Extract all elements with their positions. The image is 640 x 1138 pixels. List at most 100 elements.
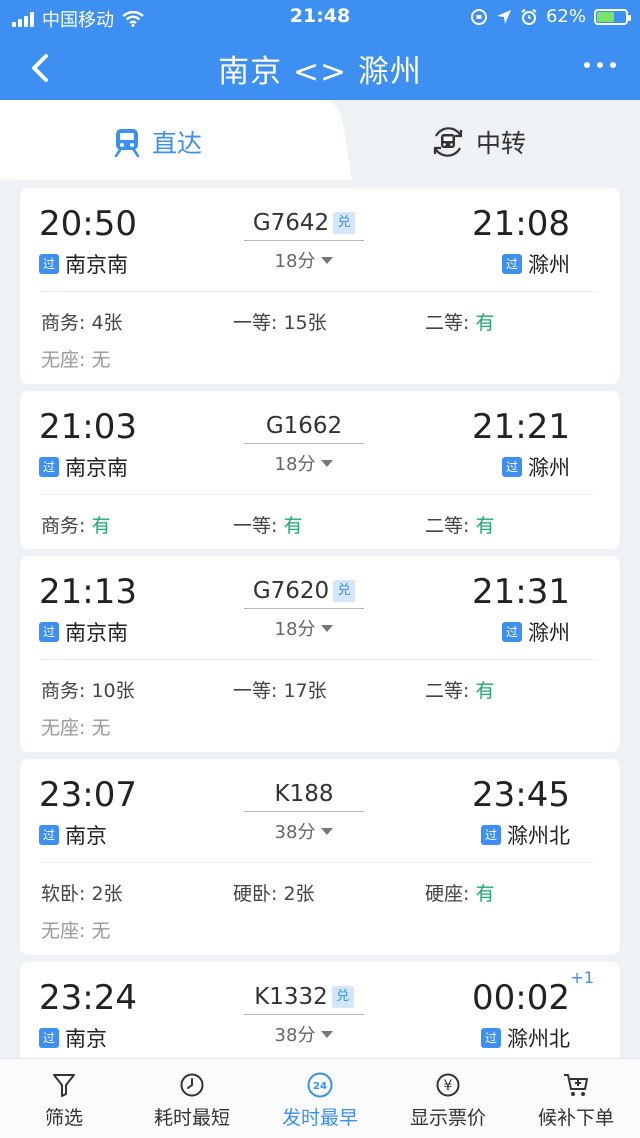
- seat-value: 有: [475, 515, 495, 537]
- seat-label: 二等:: [425, 312, 476, 334]
- transfer-train-icon: [433, 127, 463, 157]
- pass-badge: 过: [502, 622, 522, 642]
- more-button[interactable]: [580, 50, 620, 80]
- train-icon: [114, 129, 140, 157]
- arrival-station: 过 滁州: [502, 617, 570, 647]
- route-line: [244, 240, 364, 241]
- departure-time: 21:03: [39, 407, 137, 447]
- duration-toggle[interactable]: 38分: [275, 818, 334, 844]
- yen-text: ¥: [444, 1078, 453, 1094]
- seat-hard-seat: 硬座: 有: [425, 879, 494, 906]
- seat-first: 一等: 有: [233, 511, 302, 538]
- seat-value: 无: [91, 717, 111, 739]
- card-divider: [40, 862, 595, 863]
- arrival-station: 过 滁州北: [481, 1023, 570, 1053]
- train-info: K188 38分: [244, 781, 364, 844]
- caret-down-icon: [321, 459, 334, 467]
- arrival-station: 过 滁州: [502, 249, 570, 279]
- seat-value: 有: [283, 515, 303, 537]
- train-info: K1332 兑 38分: [244, 984, 364, 1047]
- seat-label: 商务:: [41, 515, 92, 537]
- duration-toggle[interactable]: 18分: [275, 615, 334, 641]
- shortest-duration-button[interactable]: 耗时最短: [128, 1071, 256, 1130]
- tab-transfer[interactable]: 中转: [430, 124, 526, 160]
- tab-direct[interactable]: 直达: [112, 124, 202, 160]
- departure-time: 20:50: [39, 204, 137, 244]
- train-card[interactable]: 21:03 过 南京南 G1662 18分 21:21 过 滁州 商务: 有 一…: [20, 391, 620, 549]
- arrival-station-name: 滁州北: [507, 824, 570, 848]
- battery-icon: [594, 8, 631, 25]
- seat-value: 10张: [91, 680, 135, 702]
- next-day-indicator: +1: [570, 968, 594, 987]
- departure-station-name: 南京南: [65, 456, 128, 480]
- train-number: K188: [275, 781, 334, 807]
- seat-business: 商务: 有: [41, 511, 110, 538]
- location-icon: [496, 9, 511, 24]
- departure-time: 23:24: [39, 978, 137, 1018]
- seat-first: 一等: 17张: [233, 676, 327, 703]
- train-info: G7642 兑 18分: [244, 210, 364, 273]
- caret-down-icon: [321, 256, 334, 264]
- waitlist-order-button[interactable]: 候补下单: [512, 1071, 640, 1130]
- pass-badge: 过: [481, 1028, 501, 1048]
- seat-hard-sleeper: 硬卧: 2张: [233, 879, 315, 906]
- duration-text: 38分: [274, 822, 316, 843]
- more-dot-icon: [610, 62, 616, 68]
- train-card[interactable]: 23:24 过 南京 K1332 兑 38分 +1 00:02 过 滁州北: [20, 962, 620, 1058]
- departure-station: 过 南京南: [39, 617, 128, 647]
- duration-text: 18分: [274, 251, 316, 272]
- train-number-text: G1662: [265, 413, 343, 439]
- pass-badge: 过: [502, 254, 522, 274]
- train-number-text: G7620: [252, 578, 330, 604]
- alarm-icon: [521, 8, 537, 25]
- caret-down-icon: [321, 827, 334, 835]
- seat-label: 一等:: [233, 515, 284, 537]
- train-card[interactable]: 20:50 过 南京南 G7642 兑 18分 21:08 过 滁州 商务: 4…: [20, 188, 620, 384]
- pass-badge: 过: [502, 457, 522, 477]
- seat-label: 无座:: [41, 717, 92, 739]
- arrival-time: 21:08: [472, 204, 570, 244]
- pass-badge: 过: [481, 825, 501, 845]
- tab-transfer-label: 中转: [476, 129, 527, 158]
- train-number: G7642 兑: [253, 210, 356, 236]
- bottom-toolbar: 筛选 耗时最短 24 发时最早 ¥ 显示票价 候补下单: [0, 1058, 640, 1138]
- duration-toggle[interactable]: 18分: [275, 247, 334, 273]
- show-price-button[interactable]: ¥ 显示票价: [384, 1071, 512, 1130]
- duration-toggle[interactable]: 38分: [275, 1021, 334, 1047]
- route-line: [244, 1014, 364, 1015]
- seat-standing: 无座: 无: [41, 916, 110, 943]
- exchange-badge: 兑: [331, 986, 354, 1008]
- arrival-time: 23:45: [472, 775, 570, 815]
- clock-24-icon: 24: [307, 1072, 333, 1098]
- route-line: [244, 443, 364, 444]
- duration-text: 18分: [274, 619, 316, 640]
- train-info: G1662 18分: [244, 413, 364, 476]
- departure-time: 21:13: [39, 572, 137, 612]
- earliest-departure-label: 发时最早: [281, 1107, 358, 1129]
- train-card[interactable]: 21:13 过 南京南 G7620 兑 18分 21:31 过 滁州 商务: 1…: [20, 556, 620, 752]
- waitlist-order-label: 候补下单: [537, 1107, 614, 1129]
- earliest-departure-button[interactable]: 24 发时最早: [256, 1071, 384, 1130]
- seat-label: 商务:: [41, 680, 92, 702]
- seat-first: 一等: 15张: [233, 308, 327, 335]
- caret-down-icon: [321, 1030, 334, 1038]
- arrival-station: 过 滁州北: [481, 820, 570, 850]
- seat-value: 有: [475, 883, 495, 905]
- seat-label: 软卧:: [41, 883, 92, 905]
- status-bar: 中国移动 21:48 62%: [0, 0, 640, 34]
- seat-label: 一等:: [233, 312, 284, 334]
- clock-24-text: 24: [313, 1081, 327, 1092]
- train-card[interactable]: 23:07 过 南京 K188 38分 23:45 过 滁州北 软卧: 2张 硬…: [20, 759, 620, 955]
- duration-toggle[interactable]: 18分: [275, 450, 334, 476]
- seat-label: 二等:: [425, 680, 476, 702]
- card-divider: [40, 494, 595, 495]
- nav-bar: 南京 <> 滁州: [0, 36, 640, 96]
- seat-value: 有: [475, 312, 495, 334]
- departure-station-name: 南京: [65, 1027, 107, 1051]
- rotation-lock-icon: [470, 8, 487, 25]
- train-info: G7620 兑 18分: [244, 578, 364, 641]
- arrival-station-name: 滁州北: [507, 1027, 570, 1051]
- pass-badge: 过: [39, 457, 59, 477]
- filter-button[interactable]: 筛选: [0, 1071, 128, 1130]
- arrival-station-name: 滁州: [528, 253, 570, 277]
